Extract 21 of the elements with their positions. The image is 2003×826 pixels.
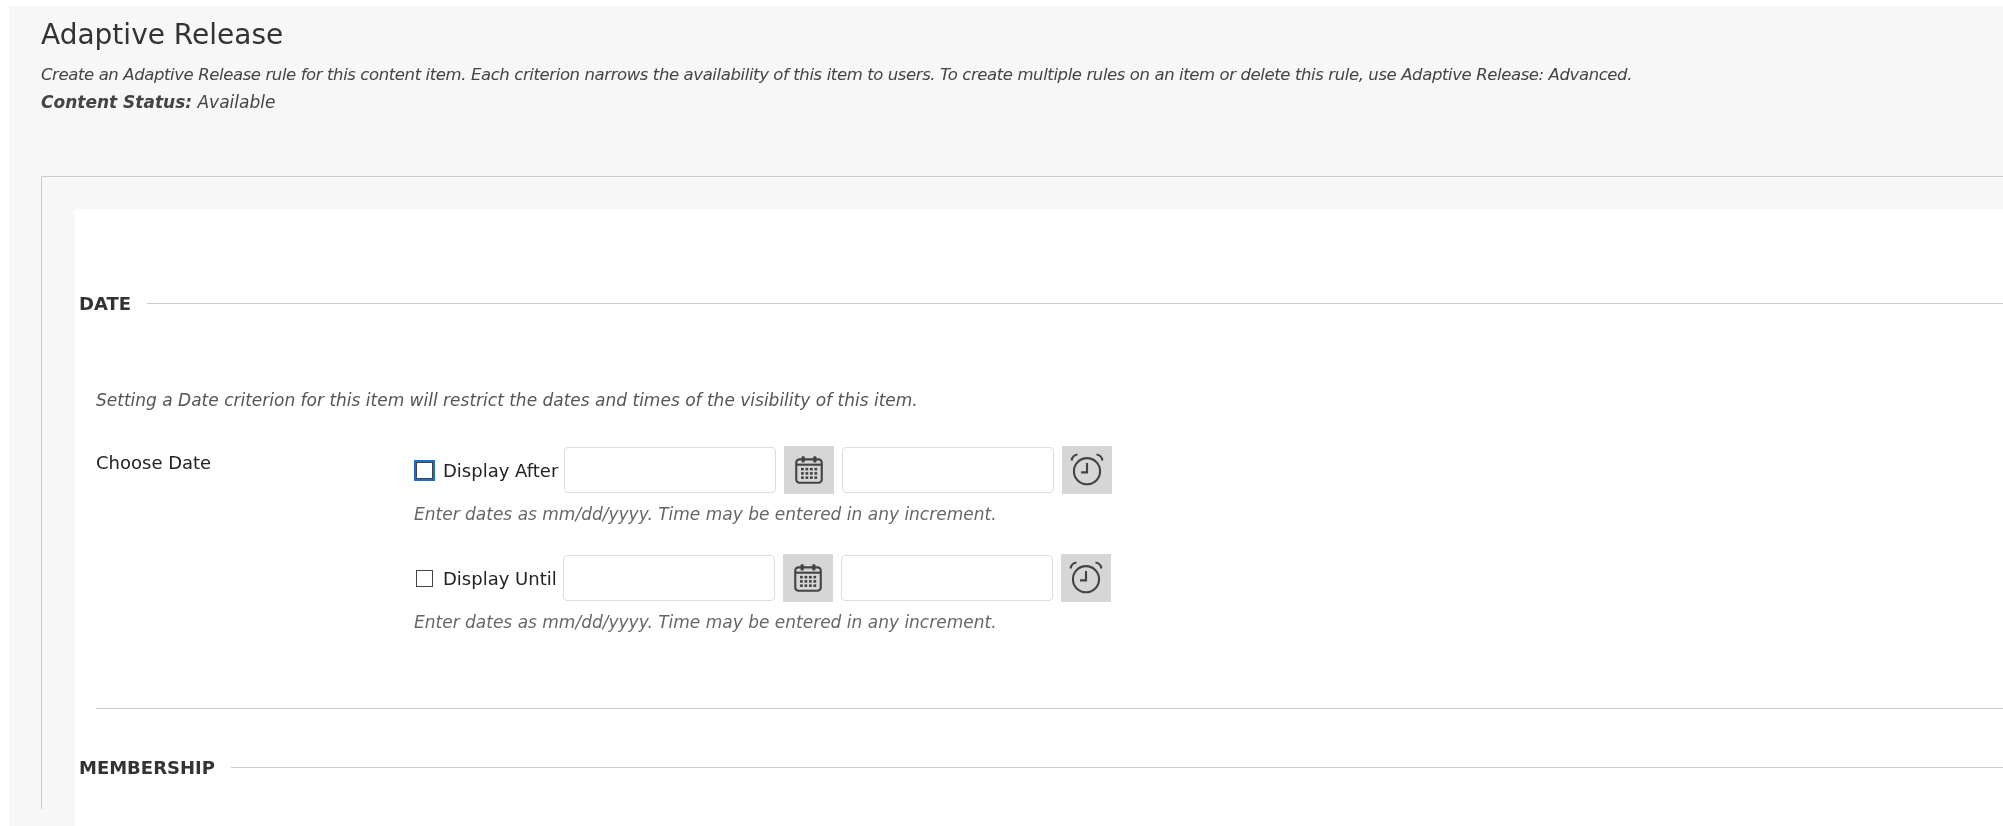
date-field[interactable]	[564, 447, 777, 493]
time-field[interactable]	[842, 447, 1055, 493]
checkbox[interactable]	[416, 461, 433, 479]
section-instructions: Setting a Date criterion for this item will restrict the dates and times of the visibility of this item.	[96, 390, 919, 410]
date-field[interactable]	[562, 555, 775, 601]
section-heading: MEMBERSHIP	[79, 757, 215, 778]
field-label: Choose Date	[96, 451, 213, 475]
clock-button[interactable]	[1060, 554, 1111, 602]
checkbox-label[interactable]: Display After	[443, 459, 559, 481]
format-hint: Enter dates as mm/dd/yyyy. Time may be entered in any increment.	[414, 504, 998, 524]
section-heading: DATE	[79, 293, 132, 314]
calendar-button[interactable]	[782, 554, 833, 602]
time-field[interactable]	[840, 555, 1053, 601]
calendar-button[interactable]	[784, 446, 835, 494]
format-hint: Enter dates as mm/dd/yyyy. Time may be entered in any increment.	[414, 612, 998, 632]
checkbox[interactable]	[416, 569, 433, 587]
content-status: Content Status: Available	[41, 92, 277, 112]
clock-button[interactable]	[1062, 446, 1113, 494]
page-title: Adaptive Release	[41, 18, 285, 51]
checkbox-label[interactable]: Display Until	[443, 567, 557, 589]
page-description: Create an Adaptive Release rule for this content item. Each criterion narrows the availability of this item to users. To create multiple rules on an item or delete this rule, use Adaptive Release: Advanced.	[41, 65, 1634, 84]
